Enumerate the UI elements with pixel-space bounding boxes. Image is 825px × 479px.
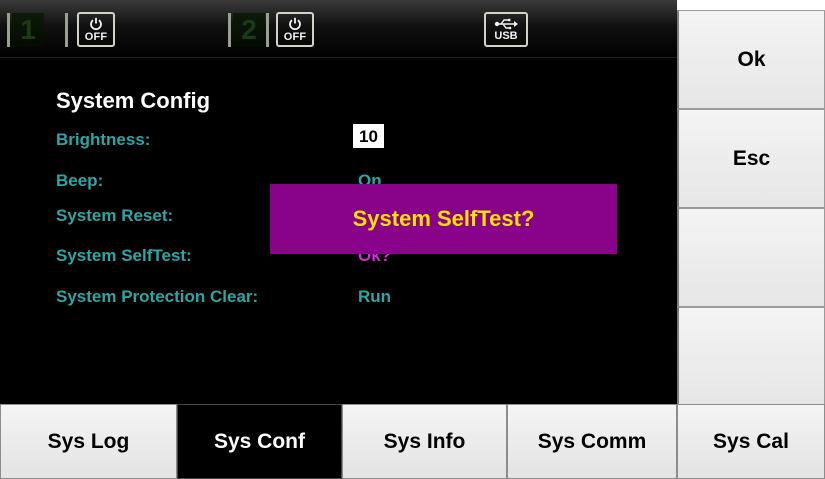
usb-icon	[494, 18, 518, 29]
dialog-message: System SelfTest?	[352, 206, 535, 231]
channel2-power-label: OFF	[283, 30, 307, 43]
side-key-4[interactable]	[677, 307, 825, 406]
channel2-separator-left	[228, 13, 231, 47]
sys-info-tab[interactable]: Sys Info	[342, 404, 507, 479]
channel1-power-label: OFF	[84, 30, 108, 43]
system-reset-label: System Reset:	[56, 206, 174, 225]
ok-button[interactable]: Ok	[677, 10, 825, 109]
status-bar: 1 OFF 2 OFF USB	[0, 0, 677, 58]
channel1-power-indicator: OFF	[77, 12, 115, 47]
channel1-separator-left	[7, 13, 10, 47]
sys-comm-tab[interactable]: Sys Comm	[507, 404, 677, 479]
side-key-3[interactable]	[677, 208, 825, 307]
system-selftest-label: System SelfTest:	[56, 246, 192, 265]
usb-label: USB	[494, 29, 518, 42]
power-icon	[90, 17, 102, 30]
system-protection-clear-label: System Protection Clear:	[56, 287, 259, 306]
selftest-confirm-dialog: System SelfTest?	[270, 184, 617, 254]
beep-label: Beep:	[56, 171, 104, 190]
page-title: System Config	[56, 88, 211, 113]
sys-log-tab[interactable]: Sys Log	[0, 404, 177, 479]
sys-conf-tab[interactable]: Sys Conf	[177, 404, 342, 479]
system-protection-clear-value[interactable]: Run	[358, 287, 391, 307]
channel2-power-indicator: OFF	[276, 12, 314, 47]
brightness-value[interactable]: 10	[353, 124, 384, 148]
power-icon	[289, 17, 301, 30]
channel2-separator-right	[266, 13, 269, 47]
instrument-screen: 1 OFF 2 OFF USB System Config Brightness…	[0, 0, 677, 404]
channel1-number: 1	[12, 13, 44, 47]
usb-indicator: USB	[484, 12, 528, 47]
channel2-number: 2	[233, 13, 265, 47]
sys-cal-tab[interactable]: Sys Cal	[677, 404, 825, 479]
channel1-separator-right	[65, 13, 68, 47]
esc-button[interactable]: Esc	[677, 109, 825, 208]
brightness-label: Brightness:	[56, 130, 151, 149]
config-panel: System Config Brightness: 10 Beep: On Sy…	[0, 58, 677, 404]
